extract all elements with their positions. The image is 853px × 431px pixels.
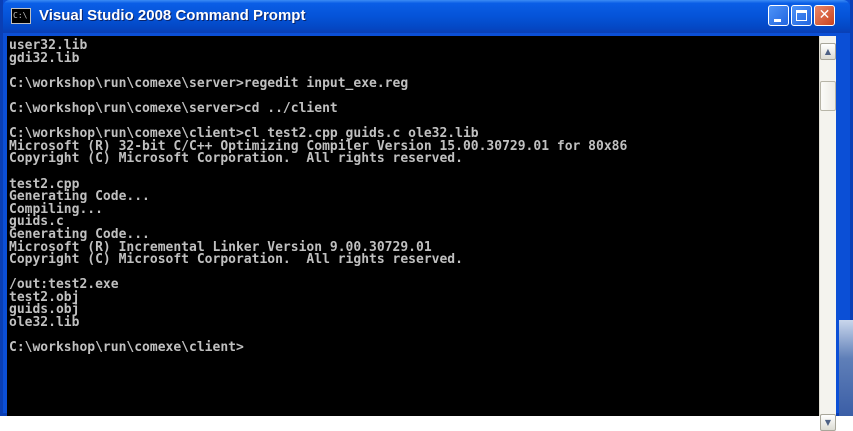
- maximize-button[interactable]: [791, 5, 812, 26]
- scroll-down-button[interactable]: ▼: [820, 414, 836, 431]
- console-line: test2.obj: [9, 289, 80, 305]
- minimize-button[interactable]: [768, 5, 789, 26]
- arrow-down-icon: ▼: [824, 418, 832, 427]
- console-line: C:\workshop\run\comexe\client>: [9, 340, 244, 356]
- title-icon-glyph: C:\: [13, 11, 28, 20]
- command-prompt-icon[interactable]: C:\: [11, 8, 31, 24]
- console-line: C:\workshop\run\comexe\server>cd ../clie…: [9, 100, 338, 116]
- arrow-up-icon: ▲: [824, 47, 832, 56]
- desktop-background: [839, 320, 853, 416]
- close-button[interactable]: ✕: [814, 5, 835, 26]
- console-line: gdi32.lib: [9, 50, 80, 66]
- scroll-up-button[interactable]: ▲: [820, 43, 836, 60]
- command-prompt-window[interactable]: C:\ Visual Studio 2008 Command Prompt ✕ …: [0, 0, 853, 431]
- title-bar[interactable]: C:\ Visual Studio 2008 Command Prompt ✕: [3, 0, 850, 33]
- console-line: Copyright (C) Microsoft Corporation. All…: [9, 151, 463, 167]
- vertical-scrollbar[interactable]: ▲ ▼: [819, 36, 836, 431]
- console-text: user32.lib gdi32.lib C:\workshop\run\comex…: [7, 36, 819, 355]
- console-line: ole32.lib: [9, 315, 80, 331]
- console-line: Generating Code...: [9, 189, 150, 205]
- console-line: guids.obj: [9, 302, 80, 318]
- scrollbar-thumb[interactable]: [820, 81, 836, 111]
- console-line: /out:test2.exe: [9, 277, 119, 293]
- console-output[interactable]: user32.lib gdi32.lib C:\workshop\run\comex…: [7, 36, 819, 416]
- console-line: C:\workshop\run\comexe\server>regedit in…: [9, 75, 409, 91]
- maximize-icon: [796, 10, 807, 21]
- close-icon: ✕: [818, 7, 831, 23]
- console-line: Copyright (C) Microsoft Corporation. All…: [9, 252, 463, 268]
- minimize-icon: [774, 19, 781, 22]
- window-title: Visual Studio 2008 Command Prompt: [39, 7, 306, 24]
- console-line: user32.lib: [9, 38, 88, 53]
- console-line: Compiling...: [9, 201, 103, 217]
